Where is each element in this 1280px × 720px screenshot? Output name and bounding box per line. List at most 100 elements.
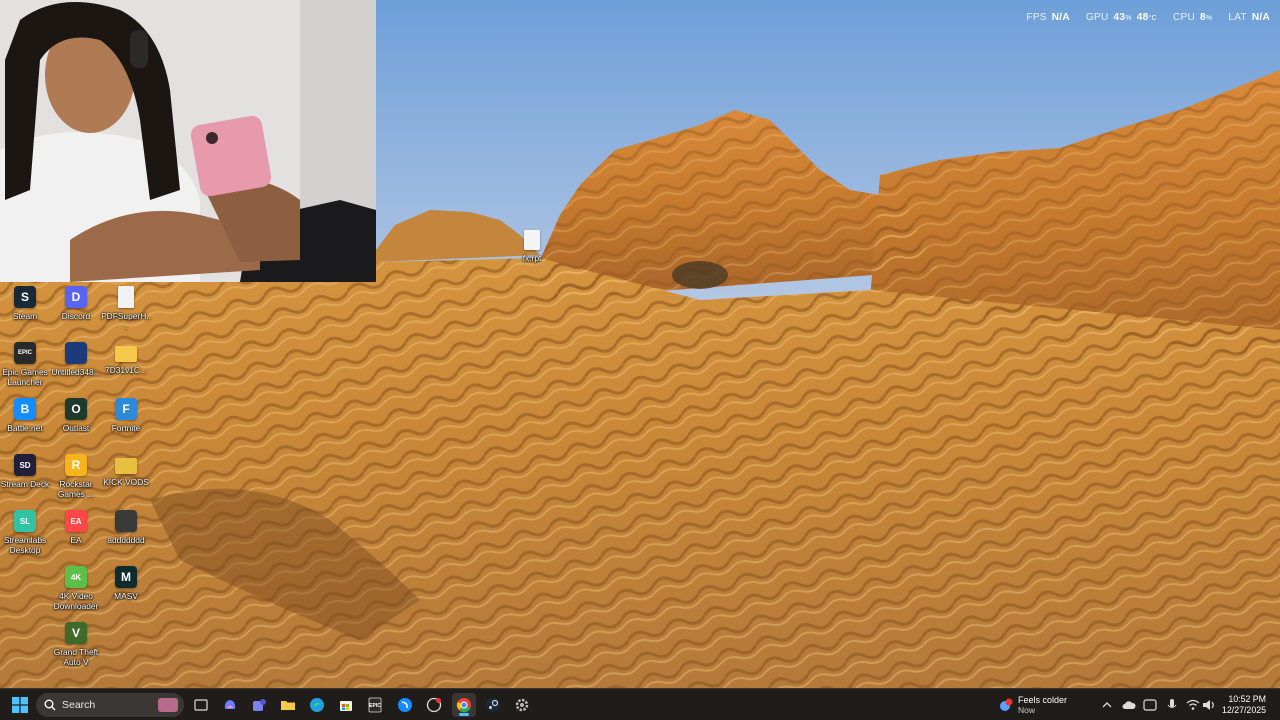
desktop-icon[interactable]: SD Stream Deck (0, 454, 50, 489)
windows-logo-icon (12, 697, 28, 713)
microphone-icon (1167, 699, 1177, 708)
ea-icon: EA (65, 510, 87, 532)
desktop-icon-label: Outlast (62, 423, 90, 433)
desktop-icon[interactable]: SL Streamlabs Desktop (0, 510, 50, 555)
desktop-icon[interactable]: S Steam (0, 286, 50, 321)
app-tray-icon (1143, 699, 1157, 711)
desktop-icon-label: Rockstar Games ... (57, 479, 95, 499)
downloader-icon: 4K (65, 566, 87, 588)
desktop-icon-label: EA (70, 535, 82, 545)
taskbar-epic-games[interactable]: EPIC (363, 693, 387, 717)
taskbar-clock[interactable]: 10:52 PM 12/27/2025 (1222, 694, 1266, 716)
desktop-icon[interactable]: EPIC Epic Games Launcher (0, 342, 50, 387)
fps-value: N/A (1051, 12, 1070, 23)
taskbar-controller-app[interactable] (422, 693, 446, 717)
taskbar-battlenet[interactable] (393, 693, 417, 717)
start-button[interactable] (8, 693, 32, 717)
desktop-icon[interactable]: addddddd (101, 510, 151, 545)
desktop-icon[interactable]: EA EA (51, 510, 101, 545)
svg-text:EPIC: EPIC (369, 703, 381, 709)
desktop-icon-fx-rpt[interactable]: fx.rpt (507, 230, 557, 263)
desktop-icon-label: Discord (61, 311, 91, 321)
tray-overflow-button[interactable] (1100, 698, 1114, 712)
taskbar-edge[interactable] (305, 693, 329, 717)
taskbar-chrome[interactable] (452, 693, 476, 717)
project-file-icon (65, 342, 87, 364)
edge-icon (310, 698, 324, 712)
taskbar: Search EPIC Feels colder Now 10:52 PM 12… (0, 688, 1280, 720)
chrome-icon (456, 698, 471, 713)
taskbar-copilot[interactable] (218, 693, 242, 717)
weather-title: Feels colder (1018, 695, 1068, 705)
desktop-icon-label: PDFSuperH... (101, 311, 151, 331)
folder-icon (281, 701, 295, 710)
desktop-icon[interactable]: B Battle.net (0, 398, 50, 433)
desktop-icon-label: Fortnite (111, 423, 141, 433)
taskbar-file-explorer[interactable] (276, 693, 300, 717)
desktop-icon[interactable]: F Fortnite (101, 398, 151, 433)
taskbar-settings[interactable] (510, 693, 534, 717)
desktop-icon-label: 7D31v1C... (105, 365, 147, 375)
cloud-icon (1122, 701, 1136, 709)
masv-icon: M (115, 566, 137, 588)
fps-label: FPS (1026, 12, 1047, 23)
desktop-icon[interactable]: D Discord (51, 286, 101, 321)
tray-onedrive[interactable] (1122, 698, 1136, 712)
desktop-icon[interactable]: V Grand Theft Auto V (51, 622, 101, 667)
speaker-icon (1203, 700, 1214, 710)
discord-icon: D (65, 286, 87, 308)
desktop-icon[interactable]: KICK VODS (101, 454, 151, 487)
clock-date: 12/27/2025 (1221, 705, 1266, 715)
gpu-label: GPU (1085, 12, 1109, 23)
desktop-icon[interactable]: M MASV (101, 566, 151, 601)
taskbar-store[interactable] (334, 693, 358, 717)
webcam-overlay (0, 0, 376, 282)
task-view-icon (194, 699, 208, 711)
desktop-icon-label: KICK VODS (103, 477, 149, 487)
task-view-button[interactable] (189, 693, 213, 717)
copilot-icon (224, 700, 236, 709)
search-placeholder: Search (62, 699, 96, 711)
steam-icon (486, 698, 500, 712)
search-highlight-icon (158, 698, 178, 712)
streamlabs-icon: SL (14, 510, 36, 532)
document-icon (118, 286, 134, 308)
tray-app-icon[interactable] (1143, 698, 1157, 712)
desktop-icon-label: Battle.net (7, 423, 43, 433)
desktop-icon[interactable]: O Outlast (51, 398, 101, 433)
battlenet-icon (398, 698, 412, 712)
weather-subtitle: Now (1018, 705, 1036, 715)
teams-icon (253, 699, 266, 711)
desktop-icon-label: 4K Video Downloader (53, 591, 99, 611)
taskbar-search-box[interactable]: Search (36, 693, 184, 717)
stream-deck-icon: SD (14, 454, 36, 476)
weather-icon (1000, 698, 1013, 711)
outlast-icon: O (65, 398, 87, 420)
folder-icon (115, 458, 137, 474)
desktop-icon[interactable]: R Rockstar Games ... (51, 454, 101, 499)
desktop-icon-label: Streamlabs Desktop (3, 535, 47, 555)
desktop-icon-label: Grand Theft Auto V (53, 647, 99, 667)
desktop-icon[interactable]: Untitled348... (51, 342, 101, 377)
tray-microphone[interactable] (1165, 698, 1179, 712)
taskbar-steam[interactable] (481, 693, 505, 717)
gta-icon: V (65, 622, 87, 644)
latency-label: LAT (1228, 12, 1247, 23)
desktop-icon-label: Untitled348... (51, 367, 101, 377)
gpu-usage-value: 43 (1113, 12, 1126, 23)
desktop-icon[interactable]: 7D31v1C... (101, 342, 151, 375)
document-icon (524, 230, 540, 250)
battlenet-icon: B (14, 398, 36, 420)
search-icon (44, 699, 56, 711)
folder-icon (115, 346, 137, 362)
controller-icon (115, 510, 137, 532)
desktop-icon-label: MASV (114, 591, 138, 601)
clock-time: 10:52 PM (1228, 694, 1266, 704)
desktop-icon[interactable]: 4K 4K Video Downloader (51, 566, 101, 611)
gamepad-icon (426, 697, 442, 713)
taskbar-teams[interactable] (247, 693, 271, 717)
weather-widget[interactable]: Feels colder Now (998, 693, 1067, 717)
tray-wifi[interactable] (1186, 698, 1200, 712)
tray-volume[interactable] (1202, 698, 1216, 712)
desktop-icon[interactable]: PDFSuperH... (101, 286, 151, 331)
